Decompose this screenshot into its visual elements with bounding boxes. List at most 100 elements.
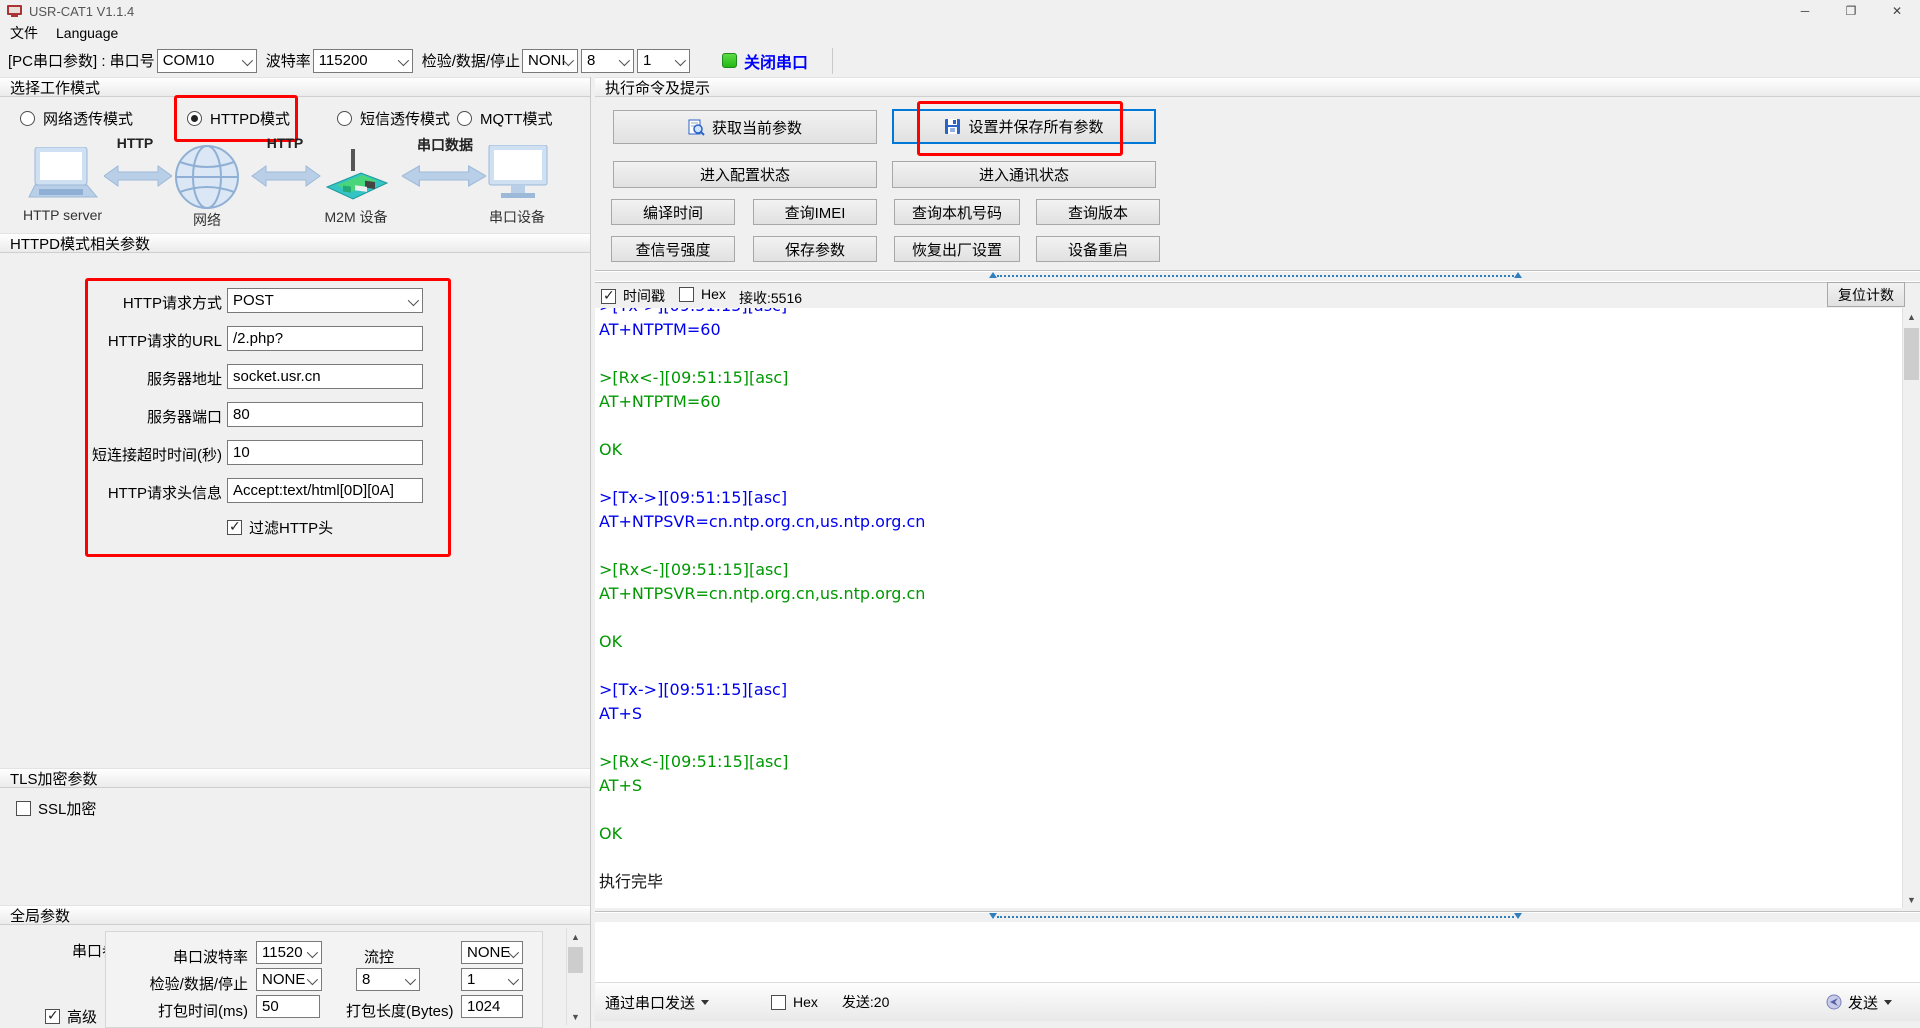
send-button[interactable]: 发送 [1826,992,1892,1013]
device-restart-button[interactable]: 设备重启 [1036,236,1160,262]
radio-icon [337,111,352,126]
serial-baud-select[interactable]: 115200 [256,941,322,964]
compile-time-button[interactable]: 编译时间 [611,199,735,225]
scrollbar-thumb[interactable] [568,947,583,973]
advanced-label: 高级 [67,1006,97,1027]
log-line [599,462,1902,486]
com-port-value: COM10 [163,52,215,69]
query-number-label: 查询本机号码 [912,202,1002,223]
log-line: >[Tx->][09:51:15][asc] [599,486,1902,510]
global-params-scrollbar[interactable]: ▲ ▼ [566,928,584,1025]
mode-radio-mqtt[interactable]: MQTT模式 [457,108,553,129]
serial-databits-select[interactable]: 8 [356,968,420,991]
http-method-select[interactable]: POST [227,288,423,313]
scroll-up-icon[interactable]: ▲ [1903,308,1920,325]
get-params-button[interactable]: 获取当前参数 [613,110,877,144]
send-input-area[interactable] [595,923,1920,982]
query-signal-label: 查信号强度 [635,239,710,260]
serial-baud-value: 115200 [262,944,303,961]
log-line: 执行完毕 [599,870,1902,894]
pack-time-input[interactable] [256,995,320,1018]
query-imei-button[interactable]: 查询IMEI [753,199,877,225]
close-port-button[interactable]: 关闭串口 [712,46,818,76]
field-label-timeout: 短连接超时时间(秒) [60,444,222,465]
timeout-input[interactable] [227,440,423,465]
tls-params-header-label: TLS加密参数 [10,768,98,789]
work-mode-header: 选择工作模式 [0,77,590,97]
right-panel: 执行命令及提示 获取当前参数 设置并保存所有参数 [595,77,1920,1028]
server-address-input[interactable] [227,364,423,389]
reset-counter-button[interactable]: 复位计数 [1827,282,1905,307]
port-label: [PC串口参数] : 串口号 [8,50,155,71]
factory-reset-button[interactable]: 恢复出厂设置 [894,236,1020,262]
scroll-up-icon[interactable]: ▲ [567,928,584,945]
pack-length-input[interactable] [461,995,523,1018]
connection-indicator-icon [722,53,737,68]
checkbox-icon [601,289,616,304]
timestamp-checkbox[interactable]: 时间戳 [601,286,665,306]
maximize-button[interactable]: ❐ [1828,0,1874,22]
menu-file[interactable]: 文件 [10,23,38,43]
scroll-down-icon[interactable]: ▼ [567,1008,584,1025]
serial-stopbits-select[interactable]: 1 [461,968,523,991]
http-method-value: POST [233,292,274,309]
log-line: OK [599,630,1902,654]
diagram-node-serial-device: 串口设备 [477,207,557,227]
parity-value: NONI [528,52,566,69]
set-save-params-button[interactable]: 设置并保存所有参数 [892,109,1156,144]
query-number-button[interactable]: 查询本机号码 [894,199,1020,225]
mode-radio-sms[interactable]: 短信透传模式 [337,108,450,129]
flow-control-select[interactable]: NONE [461,941,523,964]
serial-toolbar: [PC串口参数] : 串口号 COM10 波特率 115200 检验/数据/停止… [0,44,1920,77]
log-scrollbar[interactable]: ▲ ▼ [1902,308,1920,908]
serial-parity-select[interactable]: NONE [256,968,322,991]
checkbox-icon [16,801,31,816]
menu-language[interactable]: Language [56,25,118,41]
http-url-input[interactable] [227,326,423,351]
mode-radio-httpd[interactable]: HTTPD模式 [187,108,290,129]
enter-config-button[interactable]: 进入配置状态 [613,161,877,188]
close-button[interactable]: ✕ [1874,0,1920,22]
log-line: OK [599,822,1902,846]
baud-select[interactable]: 115200 [313,49,413,73]
log-top-splitter[interactable] [595,270,1920,283]
minimize-button[interactable]: ─ [1782,0,1828,22]
send-icon [1826,994,1842,1010]
mode-label-net: 网络透传模式 [43,108,133,129]
chevron-down-icon [307,947,318,958]
log-line: AT+NTPTM=60 [599,318,1902,342]
diagram-node-m2m: M2M 设备 [316,207,396,227]
scroll-down-icon[interactable]: ▼ [1903,891,1920,908]
app-window: USR-CAT1 V1.1.4 ─ ❐ ✕ 文件 Language [PC串口参… [0,0,1920,1028]
databits-select[interactable]: 8 [581,49,634,73]
scrollbar-thumb[interactable] [1904,328,1919,380]
server-port-input[interactable] [227,402,423,427]
save-params-button[interactable]: 保存参数 [753,236,877,262]
radio-icon [20,111,35,126]
enter-comm-button[interactable]: 进入通讯状态 [892,161,1156,188]
query-signal-button[interactable]: 查信号强度 [611,236,735,262]
mode-radio-net[interactable]: 网络透传模式 [20,108,133,129]
filter-http-header-checkbox[interactable]: 过滤HTTP头 [227,517,333,538]
log-line [599,534,1902,558]
advanced-checkbox[interactable]: 高级 [45,1006,97,1027]
query-version-button[interactable]: 查询版本 [1036,199,1160,225]
mode-label-httpd: HTTPD模式 [210,108,290,129]
ssl-checkbox[interactable]: SSL加密 [16,798,96,819]
chevron-down-icon [307,974,318,985]
log-line [599,414,1902,438]
serial-log[interactable]: >[Tx->][09:51:15][asc]AT+NTPTM=60>[Rx<-]… [595,308,1902,908]
http-header-input[interactable] [227,478,423,503]
checkbox-icon [227,520,242,535]
pack-length-label: 打包长度(Bytes) [346,1000,454,1021]
receive-hex-checkbox[interactable]: Hex [679,286,726,302]
send-hex-checkbox[interactable]: Hex [771,994,818,1010]
framing-label: 检验/数据/停止 [422,50,520,71]
stopbits-select[interactable]: 1 [637,49,690,73]
app-icon [7,5,22,18]
com-port-select[interactable]: COM10 [157,49,257,73]
checkbox-icon [45,1009,60,1024]
parity-select[interactable]: NONI [522,49,578,73]
send-via-serial-button[interactable]: 通过串口发送 [605,992,709,1013]
set-save-params-label: 设置并保存所有参数 [968,116,1103,137]
